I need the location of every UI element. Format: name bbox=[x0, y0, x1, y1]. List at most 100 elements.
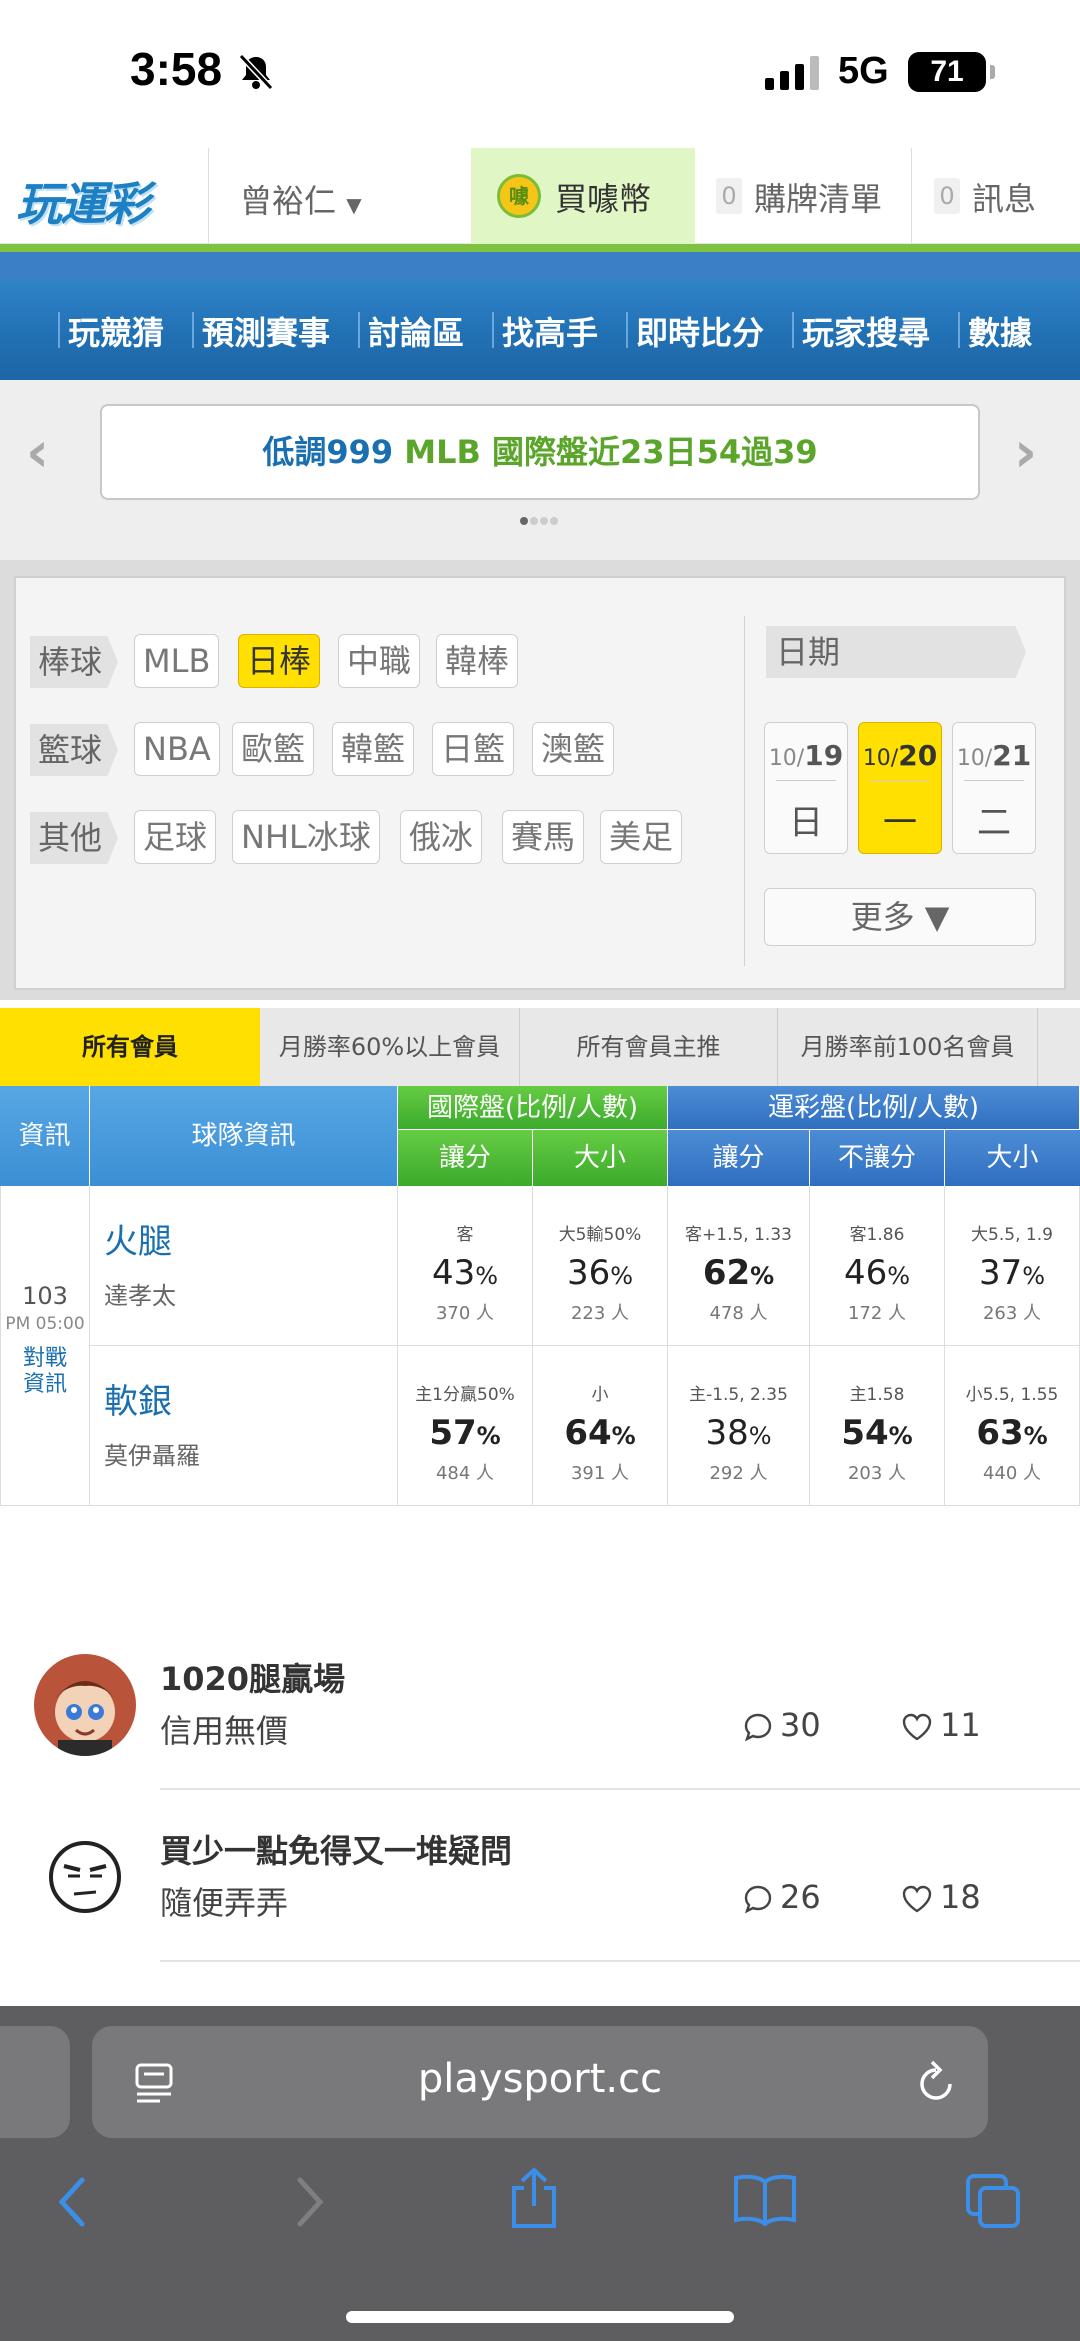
buy-coin-button[interactable]: 噱 買噱幣 bbox=[471, 148, 695, 244]
header-info: 資訊 bbox=[0, 1086, 90, 1186]
forward-icon[interactable] bbox=[288, 2172, 328, 2232]
avatar[interactable] bbox=[34, 1654, 136, 1756]
chip-japan-basketball[interactable]: 日籃 bbox=[432, 722, 515, 776]
odds-table: 資訊 球隊資訊 國際盤(比例/人數) 運彩盤(比例/人數) 讓分 大小 讓分 不… bbox=[0, 1086, 1080, 1510]
chip-horse-racing[interactable]: 賽馬 bbox=[502, 810, 585, 864]
post-subtitle: 隨便弄弄 bbox=[160, 1884, 289, 1922]
main-nav: 玩競猜 預測賽事 討論區 找高手 即時比分 玩家搜尋 數據 bbox=[0, 252, 1080, 380]
matchup-link[interactable]: 對戰資訊 bbox=[19, 1346, 71, 1398]
buy-coin-label: 買噱幣 bbox=[555, 180, 652, 218]
game-time: PM 05:00 bbox=[5, 1314, 85, 1334]
odds-percent: 46% bbox=[843, 1253, 911, 1293]
odds-people: 440 人 bbox=[982, 1463, 1042, 1484]
odds-cell: 客+1.5, 1.33 62% 478 人 bbox=[668, 1186, 810, 1346]
odds-line: 大5輸50% bbox=[558, 1225, 642, 1245]
chip-kbo[interactable]: 韓棒 bbox=[436, 634, 519, 688]
odds-line: 客 bbox=[456, 1225, 474, 1245]
tab-60pct-members[interactable]: 月勝率60%以上會員 bbox=[260, 1008, 520, 1086]
nav-item-predict[interactable]: 預測賽事 bbox=[202, 308, 330, 354]
date-option[interactable]: 10/19 日 bbox=[764, 722, 848, 854]
date-option-selected[interactable]: 10/20 一 bbox=[858, 722, 942, 854]
reload-icon[interactable] bbox=[914, 2058, 958, 2106]
odds-cell: 大5輸50% 36% 223 人 bbox=[533, 1186, 668, 1346]
odds-cell: 小 64% 391 人 bbox=[533, 1346, 668, 1506]
chevron-right-icon[interactable]: › bbox=[1014, 420, 1037, 485]
address-bar[interactable]: playsport.cc bbox=[92, 2026, 988, 2138]
previous-tab-preview[interactable] bbox=[0, 2026, 70, 2138]
team-home bbox=[90, 1346, 398, 1506]
header-lottery-total: 大小 bbox=[945, 1130, 1080, 1186]
odds-cell: 主1分贏50% 57% 484 人 bbox=[398, 1346, 533, 1506]
nav-item-forum[interactable]: 討論區 bbox=[368, 308, 464, 354]
chip-soccer[interactable]: 足球 bbox=[134, 810, 217, 864]
carousel-dots bbox=[520, 510, 560, 529]
url-text: playsport.cc bbox=[417, 2056, 663, 2102]
odds-people: 370 人 bbox=[435, 1303, 495, 1324]
odds-people: 292 人 bbox=[709, 1463, 768, 1484]
divider bbox=[58, 312, 60, 348]
team-away-pitcher: 達孝太 bbox=[104, 1282, 176, 1310]
nav-item-stats[interactable]: 數據 bbox=[968, 308, 1032, 354]
odds-cell: 客 43% 370 人 bbox=[398, 1186, 533, 1346]
chip-aus-basketball[interactable]: 澳籃 bbox=[532, 722, 615, 776]
odds-people: 263 人 bbox=[982, 1303, 1042, 1324]
comment-icon bbox=[744, 1885, 772, 1914]
chip-nfl[interactable]: 美足 bbox=[600, 810, 683, 864]
chip-korea-basketball[interactable]: 韓籃 bbox=[332, 722, 415, 776]
chip-nhl[interactable]: NHL冰球 bbox=[232, 810, 380, 864]
odds-line: 客1.86 bbox=[849, 1225, 905, 1245]
chip-mlb[interactable]: MLB bbox=[134, 634, 220, 688]
heart-icon bbox=[902, 1713, 932, 1741]
site-logo[interactable]: 玩運彩 bbox=[16, 168, 150, 234]
cart-count-badge: 0 bbox=[716, 178, 742, 214]
date-option[interactable]: 10/21 二 bbox=[952, 722, 1036, 854]
divider bbox=[958, 312, 960, 348]
category-other: 其他 bbox=[30, 812, 119, 864]
like-count[interactable]: 18 bbox=[900, 1878, 981, 1916]
comment-count[interactable]: 26 bbox=[742, 1878, 821, 1916]
nav-item-live-score[interactable]: 即時比分 bbox=[636, 308, 764, 354]
odds-percent: 57% bbox=[429, 1413, 501, 1453]
like-count[interactable]: 11 bbox=[900, 1706, 981, 1744]
chip-euro-basketball[interactable]: 歐籃 bbox=[232, 722, 315, 776]
comment-count[interactable]: 30 bbox=[742, 1706, 821, 1744]
odds-line: 客+1.5, 1.33 bbox=[685, 1225, 792, 1245]
chip-cpbl[interactable]: 中職 bbox=[338, 634, 421, 688]
post-title[interactable]: 1020腿贏場 bbox=[160, 1654, 345, 1700]
chip-nba[interactable]: NBA bbox=[134, 722, 220, 776]
bookmarks-icon[interactable] bbox=[732, 2172, 798, 2228]
signal-icon bbox=[765, 56, 819, 90]
tabs-icon[interactable] bbox=[964, 2172, 1024, 2232]
divider bbox=[911, 148, 912, 244]
post-title[interactable]: 買少一點免得又一堆疑問 bbox=[160, 1826, 512, 1872]
back-icon[interactable] bbox=[54, 2172, 94, 2232]
tab-all-member-picks[interactable]: 所有會員主推 bbox=[520, 1008, 778, 1086]
divider bbox=[208, 148, 209, 244]
tab-all-members[interactable]: 所有會員 bbox=[0, 1008, 260, 1102]
odds-percent: 54% bbox=[841, 1413, 913, 1453]
chevron-left-icon[interactable]: ‹ bbox=[26, 420, 49, 485]
more-dates-button[interactable]: 更多 ▼ bbox=[764, 888, 1036, 946]
battery-icon: 71 bbox=[908, 52, 995, 92]
team-away-name[interactable]: 火腿 bbox=[104, 1214, 172, 1263]
tab-top100-members[interactable]: 月勝率前100名會員 bbox=[778, 1008, 1038, 1086]
nav-item-guess[interactable]: 玩競猜 bbox=[68, 308, 164, 354]
user-menu[interactable]: 曾裕仁 ▼ bbox=[240, 176, 362, 222]
avatar[interactable] bbox=[34, 1826, 136, 1928]
comment-icon bbox=[744, 1713, 772, 1742]
chip-khl[interactable]: 俄冰 bbox=[400, 810, 483, 864]
nav-item-experts[interactable]: 找高手 bbox=[502, 308, 598, 354]
message-link[interactable]: 訊息 bbox=[972, 174, 1036, 220]
share-icon[interactable] bbox=[506, 2166, 562, 2232]
announcement-link[interactable]: 低調999 MLB 國際盤近23日54過39 bbox=[100, 404, 980, 500]
post-item[interactable]: 1020腿贏場 信用無價 30 11 bbox=[0, 1618, 1080, 1790]
odds-people: 391 人 bbox=[570, 1463, 630, 1484]
nav-item-player-search[interactable]: 玩家搜尋 bbox=[802, 308, 930, 354]
chip-npb[interactable]: 日棒 bbox=[238, 634, 321, 688]
team-home-name[interactable]: 軟銀 bbox=[104, 1374, 172, 1423]
cart-link[interactable]: 購牌清單 bbox=[754, 174, 882, 220]
odds-cell: 主1.58 54% 203 人 bbox=[810, 1346, 945, 1506]
post-item[interactable]: 買少一點免得又一堆疑問 隨便弄弄 26 18 bbox=[0, 1790, 1080, 1962]
odds-line: 小5.5, 1.55 bbox=[965, 1385, 1059, 1405]
odds-people: 172 人 bbox=[847, 1303, 907, 1324]
